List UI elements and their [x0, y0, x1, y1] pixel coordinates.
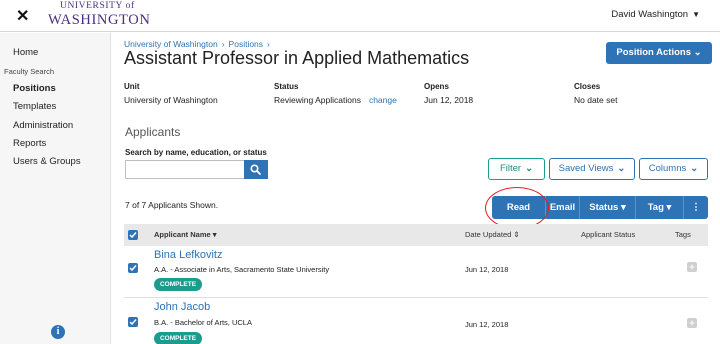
column-header-date-label: Date Updated [465, 230, 512, 239]
top-bar: ✕ UNIVERSITY of WASHINGTON David Washing… [0, 0, 720, 32]
main-content: University of Washington › Positions › Assi… [112, 33, 720, 344]
status-value: Reviewing Applications [274, 95, 361, 105]
change-status-link[interactable]: change [369, 95, 397, 105]
column-header-status[interactable]: Applicant Status [581, 230, 635, 239]
tag-button[interactable]: Tag ▾ [636, 196, 683, 219]
table-row[interactable]: John Jacob B.A. - Bachelor of Arts, UCLA… [124, 298, 708, 344]
column-header-name[interactable]: Applicant Name ▾ [154, 230, 217, 239]
sidebar-item-home[interactable]: Home [13, 47, 38, 58]
annotation-circle [485, 187, 549, 229]
chevron-down-icon: ⌄ [690, 163, 699, 174]
user-menu[interactable]: David Washington ▼ [611, 9, 700, 20]
opens-value: Jun 12, 2018 [424, 95, 474, 105]
sidebar-item-reports[interactable]: Reports [13, 138, 46, 149]
search-button[interactable] [244, 160, 268, 179]
unit-value: University of Washington [124, 95, 218, 105]
select-all-checkbox[interactable] [128, 230, 138, 240]
sidebar-item-templates[interactable]: Templates [13, 101, 56, 112]
saved-views-button[interactable]: Saved Views ⌄ [549, 158, 635, 180]
opens-label: Opens [424, 82, 449, 91]
applicant-name[interactable]: John Jacob [154, 301, 210, 313]
status-button-label: Status [589, 202, 619, 213]
close-icon[interactable]: ✕ [16, 6, 29, 26]
status-button[interactable]: Status ▾ [580, 196, 635, 219]
applicant-name[interactable]: Bina Lefkovitz [154, 249, 222, 261]
position-actions-label: Position Actions [616, 47, 691, 58]
email-button[interactable]: Email [546, 196, 579, 219]
logo-line-2: WASHINGTON [48, 11, 151, 28]
columns-label: Columns [648, 163, 687, 174]
closes-label: Closes [574, 82, 601, 91]
column-header-date[interactable]: Date Updated ⇕ [465, 230, 520, 239]
applicant-count: 7 of 7 Applicants Shown. [125, 200, 219, 210]
status-label: Status [274, 82, 299, 91]
add-tag-icon[interactable]: + [687, 262, 697, 272]
check-icon [129, 319, 137, 326]
logo-line-1: UNIVERSITY of [60, 1, 135, 11]
check-icon [129, 232, 137, 239]
filter-label: Filter [499, 163, 522, 174]
unit-label: Unit [124, 82, 140, 91]
applicant-education: B.A. - Bachelor of Arts, UCLA [154, 318, 252, 327]
date-updated: Jun 12, 2018 [465, 320, 509, 329]
search-icon [250, 164, 261, 175]
status-badge: COMPLETE [154, 278, 202, 291]
chevron-down-icon: ⌄ [617, 163, 626, 174]
status-value-group: Reviewing Applications change [274, 95, 397, 105]
chevron-down-icon: ⌄ [525, 163, 534, 174]
sidebar: Home Faculty Search Positions Templates … [0, 33, 111, 344]
info-icon[interactable]: i [51, 325, 65, 339]
applicants-heading: Applicants [125, 125, 181, 139]
caret-down-icon: ▾ [666, 202, 672, 213]
closes-value: No date set [574, 95, 618, 105]
position-actions-button[interactable]: Position Actions ⌄ [606, 42, 712, 64]
table-header: Applicant Name ▾ Date Updated ⇕ Applican… [124, 224, 708, 246]
sidebar-group-faculty-search: Faculty Search [4, 67, 55, 76]
column-header-tags: Tags [675, 230, 691, 239]
table-row[interactable]: Bina Lefkovitz A.A. - Associate in Arts,… [124, 246, 708, 298]
sort-icon: ⇕ [513, 230, 520, 239]
page-title: Assistant Professor in Applied Mathemati… [124, 48, 470, 68]
chevron-down-icon: ▼ [692, 10, 700, 19]
sidebar-item-positions[interactable]: Positions [13, 83, 56, 94]
columns-button[interactable]: Columns ⌄ [639, 158, 708, 180]
sort-down-icon: ▾ [212, 230, 217, 239]
add-tag-icon[interactable]: + [687, 318, 697, 328]
filter-button[interactable]: Filter ⌄ [488, 158, 545, 180]
applicant-education: A.A. - Associate in Arts, Sacramento Sta… [154, 265, 330, 274]
sidebar-item-users-groups[interactable]: Users & Groups [13, 156, 81, 167]
row-checkbox[interactable] [128, 317, 138, 327]
sidebar-item-administration[interactable]: Administration [13, 120, 73, 131]
search-input[interactable] [125, 160, 244, 179]
saved-views-label: Saved Views [558, 163, 614, 174]
row-checkbox[interactable] [128, 263, 138, 273]
caret-down-icon: ▾ [620, 202, 626, 213]
tag-button-label: Tag [647, 202, 664, 213]
university-logo[interactable]: UNIVERSITY of WASHINGTON [48, 1, 151, 28]
status-badge: COMPLETE [154, 332, 202, 344]
column-header-name-label: Applicant Name [154, 230, 211, 239]
user-name: David Washington [611, 9, 689, 20]
date-updated: Jun 12, 2018 [465, 265, 509, 274]
chevron-down-icon: ⌄ [693, 47, 702, 58]
more-actions-button[interactable]: ⋮ [684, 196, 708, 219]
search-label: Search by name, education, or status [125, 148, 267, 157]
check-icon [129, 265, 137, 272]
